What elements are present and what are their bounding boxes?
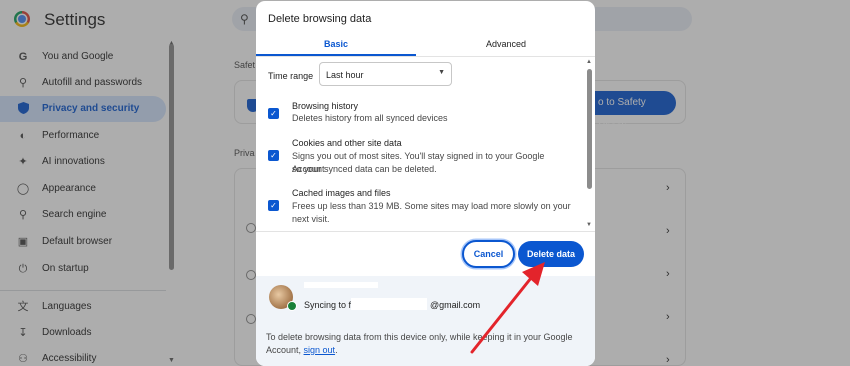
- redacted-email: [351, 298, 427, 310]
- sync-badge-icon: [287, 301, 297, 311]
- time-range-select[interactable]: Last hour ▼: [319, 62, 452, 86]
- options-divider: [256, 231, 595, 232]
- delete-browsing-data-dialog: Delete browsing data Basic Advanced Time…: [256, 1, 595, 366]
- scroll-down-arrow-icon[interactable]: ▼: [586, 222, 592, 228]
- tab-advanced[interactable]: Advanced: [424, 34, 588, 56]
- option-title: Cached images and files: [292, 188, 391, 198]
- cookies-checkbox[interactable]: ✓: [268, 150, 279, 161]
- option-description: so your synced data can be deleted.: [292, 164, 437, 174]
- browsing-history-checkbox[interactable]: ✓: [268, 108, 279, 119]
- redacted-name: [304, 282, 378, 288]
- dialog-title: Delete browsing data: [268, 13, 372, 25]
- option-title: Browsing history: [292, 101, 359, 111]
- scroll-up-arrow-icon[interactable]: ▲: [586, 59, 592, 65]
- option-title: Cookies and other site data: [292, 138, 402, 148]
- cached-images-checkbox[interactable]: ✓: [268, 200, 279, 211]
- option-description: Deletes history from all synced devices: [292, 113, 448, 123]
- footer-note: To delete browsing data from this device…: [266, 331, 586, 357]
- time-range-label: Time range: [268, 71, 314, 81]
- sync-email-suffix: @gmail.com: [430, 300, 481, 310]
- option-description: Frees up less than 319 MB. Some sites ma…: [292, 201, 571, 211]
- footer-note-end: .: [335, 345, 338, 355]
- tab-divider: [256, 56, 595, 57]
- tab-basic[interactable]: Basic: [256, 34, 416, 56]
- time-range-value: Last hour: [326, 70, 364, 80]
- delete-data-button[interactable]: Delete data: [518, 241, 584, 267]
- dialog-footer: Syncing to f @gmail.com To delete browsi…: [256, 276, 595, 366]
- cancel-button[interactable]: Cancel: [462, 240, 515, 268]
- sync-status-text: Syncing to f: [304, 300, 352, 310]
- sign-out-link[interactable]: sign out: [304, 345, 336, 355]
- option-description: next visit.: [292, 214, 330, 224]
- dropdown-arrow-icon: ▼: [438, 69, 445, 76]
- dialog-scrollbar[interactable]: [587, 69, 592, 189]
